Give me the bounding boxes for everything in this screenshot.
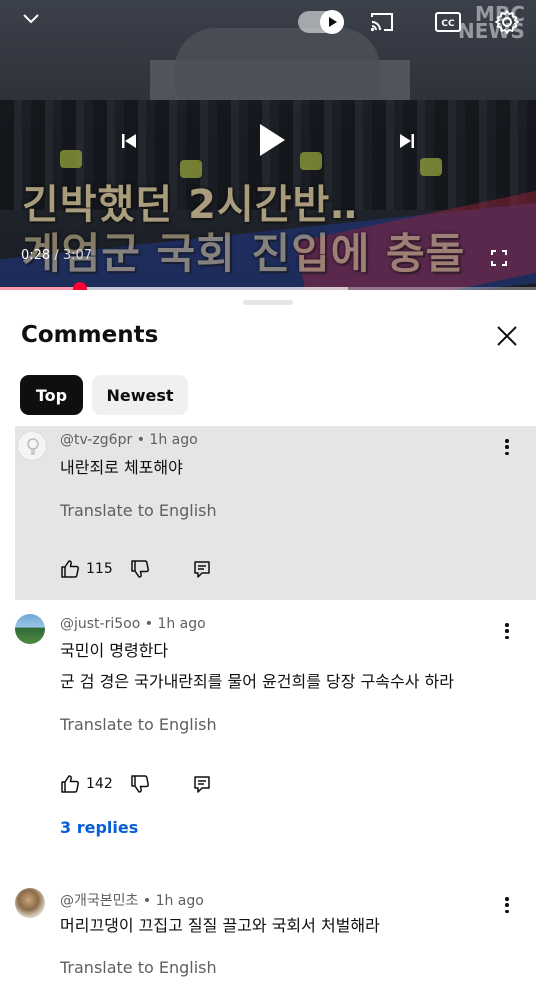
comment-text: 머리끄댕이 끄집고 질질 끌고와 국회서 처벌해라 [60, 910, 380, 941]
meta-separator: • [138, 893, 156, 909]
minimize-button[interactable] [18, 8, 44, 30]
more-options-button[interactable] [499, 895, 515, 915]
play-button[interactable] [252, 118, 292, 162]
more-options-button[interactable] [499, 437, 515, 457]
time-separator: / [50, 248, 63, 263]
reply-icon [194, 561, 210, 578]
autoplay-toggle-icon [329, 17, 337, 27]
comment-text-line: 내란죄로 체포해야 [60, 458, 183, 477]
dislike-button[interactable] [130, 559, 150, 579]
avatar-image [27, 438, 39, 455]
previous-icon [122, 134, 136, 148]
like-count: 115 [86, 561, 113, 577]
comment-item[interactable]: @tv-zg6pr • 1h ago 내란죄로 체포해야 Translate t… [15, 426, 536, 600]
more-options-icon [505, 439, 509, 443]
svg-text:CC: CC [441, 19, 455, 29]
meta-separator: • [132, 432, 150, 448]
video-player[interactable]: 긴박했던 2시간반‥ 계엄군 국회 진입에 충돌 MBC NEWS CC 0:2… [0, 0, 536, 290]
playback-time: 0:28 / 3:07 [21, 248, 92, 263]
comment-meta: @개국본민초 • 1h ago [60, 890, 204, 910]
dislike-icon [131, 775, 150, 793]
comment-author[interactable]: @just-ri5oo [60, 616, 140, 632]
translate-link[interactable]: Translate to English [60, 715, 217, 734]
video-frame-building-dome [175, 28, 380, 98]
close-icon [497, 326, 517, 346]
comment-meta: @just-ri5oo • 1h ago [60, 616, 206, 632]
autoplay-toggle-knob [320, 10, 344, 34]
comment-meta: @tv-zg6pr • 1h ago [60, 432, 198, 448]
settings-button[interactable] [492, 7, 522, 37]
captions-icon: CC [435, 12, 461, 32]
comment-time: 1h ago [157, 616, 206, 632]
more-dot [505, 629, 509, 633]
dislike-button[interactable] [130, 774, 150, 794]
view-replies-link[interactable]: 3 replies [60, 818, 138, 837]
comment-text-line: 머리끄댕이 끄집고 질질 끌고와 국회서 처벌해라 [60, 916, 380, 935]
sheet-title: Comments [21, 322, 159, 348]
more-dot [505, 451, 509, 455]
comment-author[interactable]: @tv-zg6pr [60, 432, 132, 448]
autoplay-toggle[interactable] [298, 10, 344, 34]
meta-separator: • [140, 616, 158, 632]
fullscreen-icon [491, 250, 507, 266]
comments-sheet: Comments Top Newest @tv-zg6pr • 1h ago 내… [0, 290, 536, 1000]
reply-icon [194, 776, 210, 793]
next-icon [400, 134, 414, 148]
translate-link[interactable]: Translate to English [60, 501, 217, 520]
like-icon [61, 775, 80, 793]
comment-text-line: 군 검 경은 국가내란죄를 물어 윤건희를 당장 구속수사 하라 [60, 672, 454, 691]
comment-item[interactable]: @just-ri5oo • 1h ago 국민이 명령한다 군 검 경은 국가내… [0, 600, 536, 840]
fullscreen-button[interactable] [486, 246, 512, 270]
comment-item[interactable]: @개국본민초 • 1h ago 머리끄댕이 끄집고 질질 끌고와 국회서 처벌해… [0, 876, 536, 1000]
current-time: 0:28 [21, 248, 51, 263]
video-frame-detail [300, 152, 322, 170]
like-icon [61, 560, 80, 578]
reply-button[interactable] [192, 559, 212, 579]
comment-time: 1h ago [155, 893, 204, 909]
more-dot [505, 445, 509, 449]
filter-chip-newest[interactable]: Newest [92, 375, 188, 415]
comment-text-line: 국민이 명령한다 [60, 641, 169, 660]
more-options-button[interactable] [499, 621, 515, 641]
chevron-down-icon [23, 14, 39, 24]
like-count: 142 [86, 776, 113, 792]
comment-text: 국민이 명령한다 군 검 경은 국가내란죄를 물어 윤건희를 당장 구속수사 하… [60, 635, 454, 697]
captions-button[interactable]: CC [432, 8, 464, 36]
reply-button[interactable] [192, 774, 212, 794]
close-button[interactable] [494, 323, 520, 349]
settings-icon [495, 10, 519, 34]
comment-author[interactable]: @개국본민초 [60, 893, 138, 909]
more-options-icon [505, 623, 509, 627]
video-frame-detail [60, 150, 82, 168]
more-dot [505, 909, 509, 913]
more-dot [505, 635, 509, 639]
drag-handle[interactable] [243, 300, 293, 305]
previous-button[interactable] [114, 126, 144, 156]
cast-icon [370, 13, 393, 32]
duration: 3:07 [62, 248, 93, 263]
comment-time: 1h ago [149, 432, 198, 448]
next-button[interactable] [392, 126, 422, 156]
like-button[interactable]: 115 [60, 559, 113, 579]
comment-text: 내란죄로 체포해야 [60, 452, 183, 483]
filter-chip-top[interactable]: Top [20, 375, 83, 415]
cast-button[interactable] [366, 8, 398, 36]
video-frame-detail [420, 158, 442, 176]
more-dot [505, 903, 509, 907]
avatar[interactable] [15, 614, 45, 644]
play-icon [260, 124, 285, 156]
avatar[interactable] [17, 431, 47, 461]
dislike-icon [131, 560, 150, 578]
avatar[interactable] [15, 888, 45, 918]
like-button[interactable]: 142 [60, 774, 113, 794]
translate-link[interactable]: Translate to English [60, 958, 217, 977]
more-options-icon [505, 897, 509, 901]
